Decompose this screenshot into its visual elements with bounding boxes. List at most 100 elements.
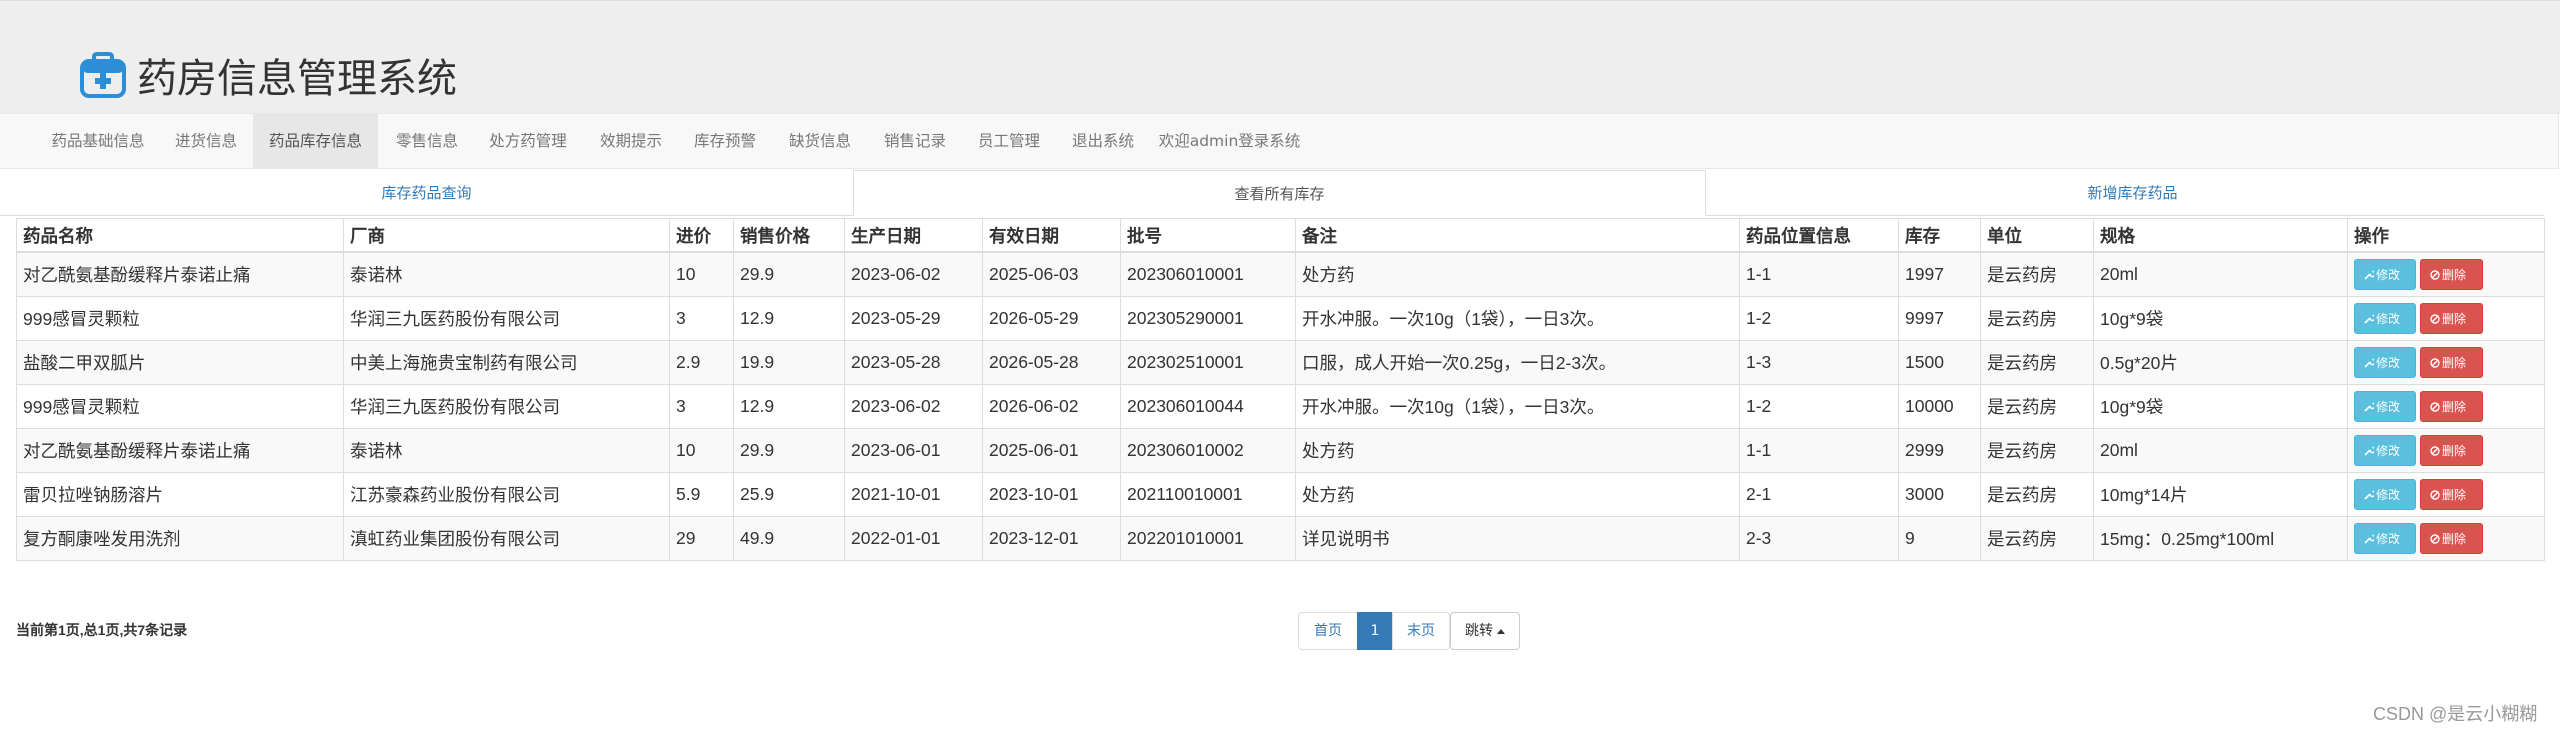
first-page-link[interactable]: 首页 (1298, 612, 1358, 650)
cell-location: 1-2 (1739, 296, 1899, 341)
edit-button[interactable]: 修改 (2354, 435, 2416, 466)
cell-remark: 开水冲服。一次10g（1袋），一日3次。 (1295, 296, 1740, 341)
delete-label: 删除 (2442, 268, 2467, 282)
delete-button[interactable]: 删除 (2420, 391, 2483, 422)
cell-remark: 处方药 (1295, 428, 1740, 473)
cell-batch-number: 202306010001 (1120, 251, 1296, 297)
cell-unit: 是云药房 (1980, 251, 2094, 297)
table-row: 盐酸二甲双胍片 中美上海施贵宝制药有限公司 2.9 19.9 2023-05-28 202… (16, 340, 2545, 385)
cell-manufacturer: 华润三九医药股份有限公司 (343, 384, 670, 429)
delete-label: 删除 (2442, 444, 2467, 458)
tab-inventory-search[interactable]: 库存药品查询 (0, 170, 853, 216)
column-header: 药品名称 (16, 218, 344, 253)
brand: 药房信息管理系统 (79, 46, 457, 104)
edit-button[interactable]: 修改 (2354, 303, 2416, 334)
cell-production-date: 2023-06-02 (844, 384, 983, 429)
watermark: CSDN @是云小糊糊 (2373, 704, 2538, 724)
cell-purchase-price: 2.9 (669, 340, 734, 385)
delete-label: 删除 (2442, 400, 2467, 414)
cell-location: 2-3 (1739, 516, 1899, 561)
cell-spec: 10g*9袋 (2093, 296, 2348, 341)
cell-purchase-price: 10 (669, 428, 734, 473)
last-page-link[interactable]: 末页 (1392, 612, 1450, 650)
nav-item-retail-info[interactable]: 零售信息 (381, 114, 473, 168)
delete-button[interactable]: 删除 (2420, 523, 2483, 554)
nav-item-purchase-info[interactable]: 进货信息 (163, 114, 249, 168)
cell-batch-number: 202302510001 (1120, 340, 1296, 385)
cell-drug-name: 对乙酰氨基酚缓释片泰诺止痛 (16, 251, 344, 297)
ban-icon (2430, 270, 2440, 280)
jump-dropdown-button[interactable]: 跳转 (1450, 612, 1520, 650)
cell-production-date: 2023-05-29 (844, 296, 983, 341)
delete-button[interactable]: 删除 (2420, 259, 2483, 290)
delete-button[interactable]: 删除 (2420, 435, 2483, 466)
cell-remark: 口服，成人开始一次0.25g，一日2-3次。 (1295, 340, 1740, 385)
delete-button[interactable]: 删除 (2420, 479, 2483, 510)
tab-add-inventory[interactable]: 新增库存药品 (1706, 170, 2559, 216)
table-row: 复方酮康唑发用洗剂 滇虹药业集团股份有限公司 29 49.9 2022-01-01 202… (16, 516, 2545, 561)
wrench-icon (2364, 314, 2376, 324)
ban-icon (2430, 446, 2440, 456)
cell-expiry-date: 2026-05-28 (982, 340, 1121, 385)
edit-button[interactable]: 修改 (2354, 523, 2416, 554)
edit-button[interactable]: 修改 (2354, 479, 2416, 510)
cell-expiry-date: 2025-06-03 (982, 251, 1121, 297)
edit-label: 修改 (2376, 400, 2401, 414)
cell-stock: 9997 (1898, 296, 1981, 341)
cell-remark: 详见说明书 (1295, 516, 1740, 561)
cell-production-date: 2023-05-28 (844, 340, 983, 385)
tab-all-inventory[interactable]: 查看所有库存 (853, 170, 1706, 216)
cell-actions: 修改 删除 (2347, 251, 2545, 297)
nav-item-welcome-user[interactable]: 欢迎admin登录系统 (1152, 114, 1307, 168)
cell-location: 1-1 (1739, 251, 1899, 297)
delete-button[interactable]: 删除 (2420, 303, 2483, 334)
cell-manufacturer: 泰诺林 (343, 428, 670, 473)
column-header: 进价 (669, 218, 734, 253)
delete-label: 删除 (2442, 488, 2467, 502)
cell-actions: 修改 删除 (2347, 384, 2545, 429)
cell-sale-price: 29.9 (733, 251, 845, 297)
page-info: 当前第1页,总1页,共7条记录 (16, 622, 188, 638)
edit-button[interactable]: 修改 (2354, 391, 2416, 422)
nav-item-expiry-alerts[interactable]: 效期提示 (585, 114, 677, 168)
nav-item-drug-basic-info[interactable]: 药品基础信息 (33, 114, 163, 168)
caret-up-icon (1497, 628, 1505, 634)
cell-purchase-price: 29 (669, 516, 734, 561)
cell-batch-number: 202306010044 (1120, 384, 1296, 429)
column-header: 批号 (1120, 218, 1296, 253)
nav-item-out-of-stock[interactable]: 缺货信息 (774, 114, 866, 168)
cell-actions: 修改 删除 (2347, 340, 2545, 385)
edit-label: 修改 (2376, 532, 2401, 546)
jump-label: 跳转 (1465, 623, 1493, 639)
nav-item-sales-records[interactable]: 销售记录 (869, 114, 961, 168)
nav-item-staff-management[interactable]: 员工管理 (963, 114, 1055, 168)
cell-batch-number: 202306010002 (1120, 428, 1296, 473)
ban-icon (2430, 402, 2440, 412)
wrench-icon (2364, 446, 2376, 456)
nav-item-stock-warning[interactable]: 库存预警 (679, 114, 771, 168)
edit-button[interactable]: 修改 (2354, 347, 2416, 378)
wrench-icon (2364, 534, 2376, 544)
wrench-icon (2364, 490, 2376, 500)
wrench-icon (2364, 270, 2376, 280)
edit-label: 修改 (2376, 268, 2401, 282)
cell-stock: 2999 (1898, 428, 1981, 473)
cell-unit: 是云药房 (1980, 428, 2094, 473)
table-header-row: 药品名称 厂商 进价 销售价格 生产日期 有效日期 批号 备注 药品位置信息 库… (16, 218, 2545, 253)
edit-label: 修改 (2376, 356, 2401, 370)
nav-item-prescription-drugs[interactable]: 处方药管理 (473, 114, 583, 168)
nav-item-drug-inventory[interactable]: 药品库存信息 (253, 114, 378, 168)
current-page-link[interactable]: 1 (1357, 612, 1393, 650)
pagination: 首页 1 末页 (1298, 612, 1450, 650)
wrench-icon (2364, 402, 2376, 412)
edit-button[interactable]: 修改 (2354, 259, 2416, 290)
cell-actions: 修改 删除 (2347, 472, 2545, 517)
cell-drug-name: 雷贝拉唑钠肠溶片 (16, 472, 344, 517)
column-header: 规格 (2093, 218, 2348, 253)
nav-item-logout[interactable]: 退出系统 (1057, 114, 1149, 168)
cell-spec: 20ml (2093, 428, 2348, 473)
edit-label: 修改 (2376, 444, 2401, 458)
delete-label: 删除 (2442, 312, 2467, 326)
cell-purchase-price: 3 (669, 384, 734, 429)
delete-button[interactable]: 删除 (2420, 347, 2483, 378)
